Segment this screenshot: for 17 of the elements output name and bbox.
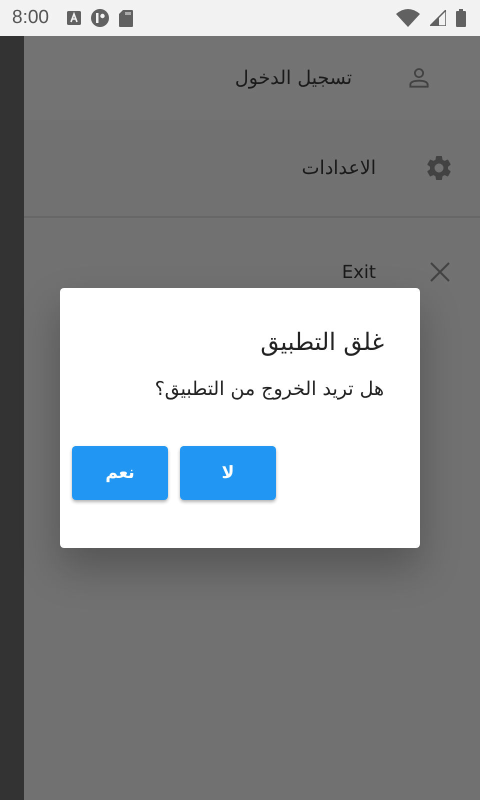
battery-icon: [456, 9, 466, 27]
circle-app-icon: [90, 9, 109, 27]
drawer-item[interactable]: Exit: [24, 250, 480, 294]
wifi-icon: [396, 9, 420, 27]
dialog-title: غلق التطبيق: [259, 328, 384, 356]
sd-card-icon: [118, 10, 133, 26]
drawer-item-label: Exit: [342, 262, 376, 282]
drawer-item-label: تسجيل الدخول: [234, 67, 352, 89]
dialog-button[interactable]: نعم: [72, 446, 168, 500]
dialog-button[interactable]: لا: [180, 446, 276, 500]
status-time: 8:00: [12, 7, 49, 29]
close-icon: [428, 260, 452, 284]
signal-icon: [430, 10, 446, 26]
dialog-message: هل تريد الخروج من التطبيق؟: [154, 378, 384, 400]
drawer-item-label: الاعدادات: [302, 157, 376, 179]
keyboard-notification-icon: [66, 11, 81, 25]
drawer-item[interactable]: الاعدادات: [24, 120, 480, 216]
